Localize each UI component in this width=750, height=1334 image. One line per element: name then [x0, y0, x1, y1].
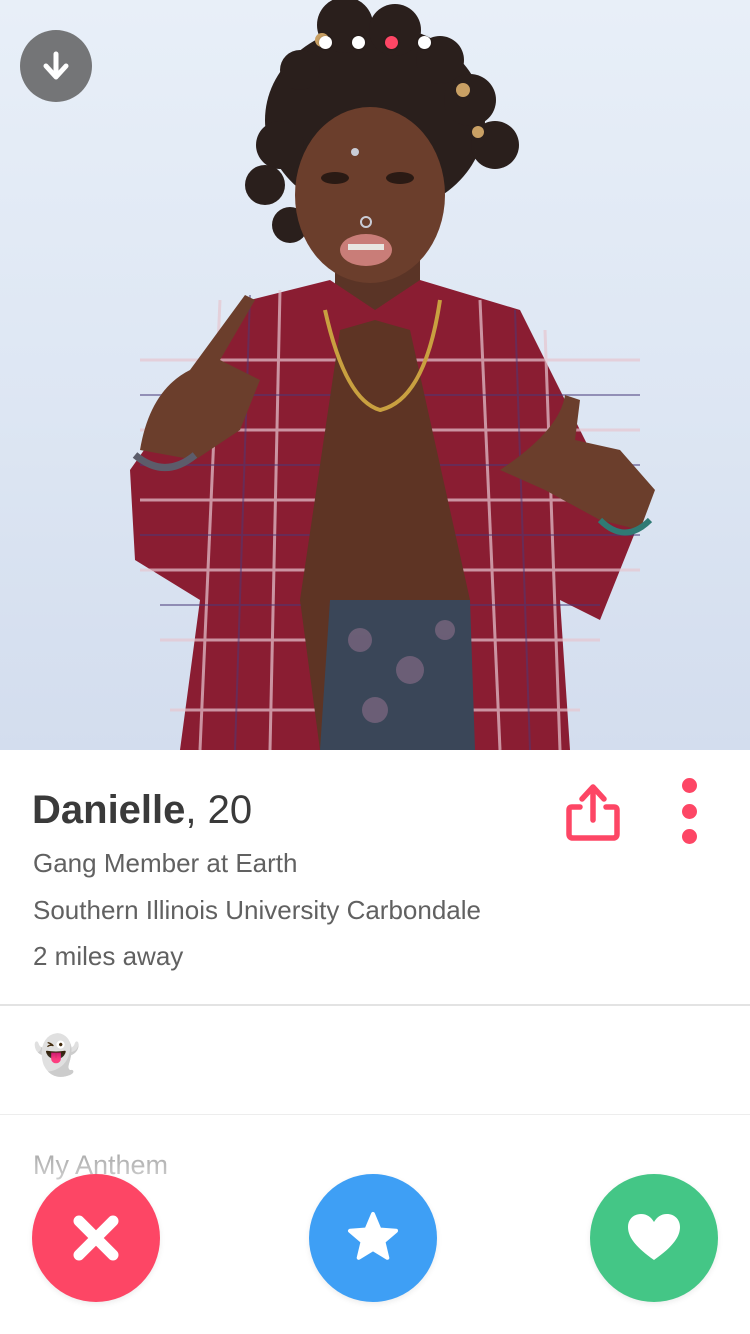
more-vertical-icon-dot — [681, 829, 697, 844]
profile-name: Danielle — [32, 788, 186, 832]
profile-photo-image — [130, 0, 655, 750]
profile-school: Southern Illinois University Carbondale — [33, 895, 482, 925]
share-icon — [566, 784, 620, 841]
arrow-down-icon — [43, 51, 69, 80]
photo-indicator[interactable] — [352, 36, 365, 49]
profile-age: , 20 — [185, 788, 253, 832]
profile-bio: 👻 — [33, 1035, 81, 1077]
photo-indicator[interactable] — [418, 36, 431, 49]
super-like-button[interactable] — [309, 1174, 437, 1302]
collapse-profile-button[interactable] — [20, 30, 92, 102]
share-button[interactable] — [560, 780, 626, 846]
more-vertical-icon-dot — [681, 778, 697, 793]
profile-distance: 2 miles away — [33, 941, 184, 971]
star-icon — [348, 1212, 398, 1260]
close-icon — [73, 1215, 119, 1261]
nope-button[interactable] — [32, 1174, 160, 1302]
more-options-button[interactable] — [676, 778, 702, 844]
heart-icon — [628, 1214, 680, 1260]
photo-indicator-active[interactable] — [385, 36, 398, 49]
section-divider — [0, 1114, 750, 1115]
profile-job: Gang Member at Earth — [33, 848, 298, 878]
section-divider — [0, 1004, 750, 1006]
name-age-heading: Danielle , 20 — [32, 788, 252, 833]
profile-photo[interactable] — [0, 0, 750, 750]
like-button[interactable] — [590, 1174, 718, 1302]
photo-indicator[interactable] — [319, 36, 332, 49]
photo-pagination — [0, 36, 750, 49]
more-vertical-icon-dot — [681, 803, 697, 819]
profile-info: Danielle , 20 Gang Member at Earth South… — [0, 750, 750, 1005]
